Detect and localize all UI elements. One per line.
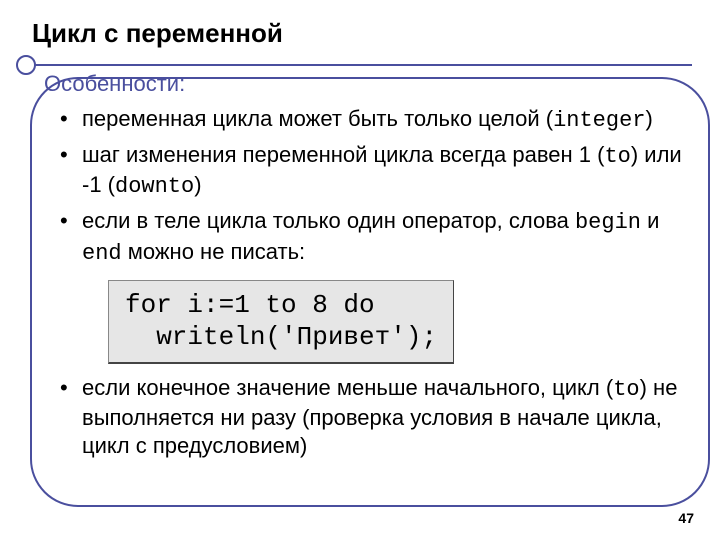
bullet-text: если конечное значение меньше начального… <box>82 375 613 400</box>
code-inline: downto <box>115 174 194 199</box>
list-item: если конечное значение меньше начального… <box>60 374 692 460</box>
code-inline: integer <box>553 108 645 133</box>
bullet-text: и <box>641 208 659 233</box>
list-item: шаг изменения переменной цикла всегда ра… <box>60 141 692 201</box>
code-inline: end <box>82 241 122 266</box>
code-inline: to <box>604 144 630 169</box>
list-item: если в теле цикла только один оператор, … <box>60 207 692 267</box>
rule-line <box>32 64 692 66</box>
subtitle: Особенности: <box>44 71 692 97</box>
page-title: Цикл с переменной <box>32 18 692 49</box>
content-area: Особенности: переменная цикла может быть… <box>38 71 692 460</box>
bullet-text: можно не писать: <box>122 239 306 264</box>
bullet-text: ) <box>646 106 653 131</box>
slide: Цикл с переменной Особенности: переменна… <box>0 0 720 540</box>
page-number: 47 <box>678 510 694 526</box>
bullet-text: переменная цикла может быть только целой… <box>82 106 553 131</box>
code-inline: begin <box>575 210 641 235</box>
bullet-list-2: если конечное значение меньше начального… <box>60 374 692 460</box>
code-sample: for i:=1 to 8 do writeln('Привет'); <box>108 280 454 364</box>
title-rule <box>32 55 692 57</box>
bullet-text: ) <box>194 172 201 197</box>
code-inline: to <box>613 377 639 402</box>
bullet-text: шаг изменения переменной цикла всегда ра… <box>82 142 604 167</box>
list-item: переменная цикла может быть только целой… <box>60 105 692 135</box>
bullet-list: переменная цикла может быть только целой… <box>60 105 692 268</box>
rule-circle-icon <box>16 55 36 75</box>
bullet-text: если в теле цикла только один оператор, … <box>82 208 575 233</box>
